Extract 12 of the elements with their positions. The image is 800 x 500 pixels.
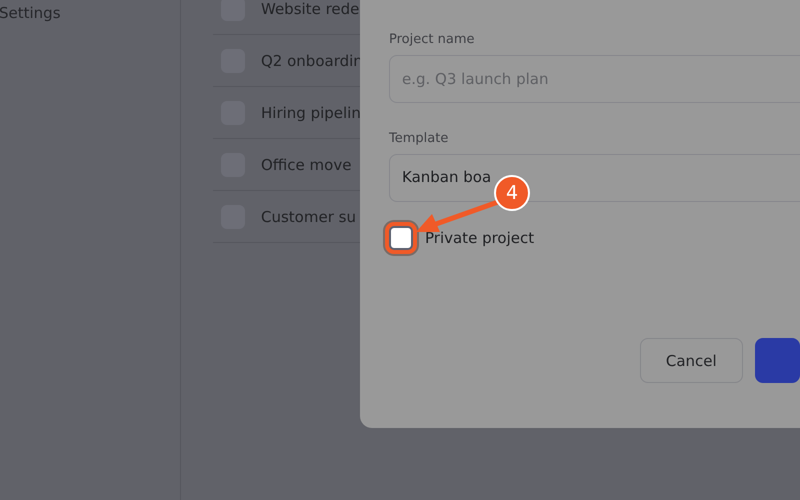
- sidebar-item[interactable]: Settings: [0, 4, 180, 22]
- project-name[interactable]: Customer su: [261, 208, 356, 226]
- primary-button[interactable]: [754, 338, 800, 383]
- field-label: Project name: [389, 32, 476, 47]
- input-field[interactable]: e.g. Q3 launch plan: [389, 55, 800, 103]
- project-name[interactable]: Q2 onboardin: [261, 52, 363, 70]
- project-name[interactable]: Website rede: [261, 0, 360, 18]
- field-label: Template: [389, 131, 450, 146]
- cancel-button[interactable]: Cancel: [640, 338, 743, 383]
- project-name[interactable]: Hiring pipelin: [261, 104, 361, 122]
- checkbox-label: Private project: [425, 229, 534, 247]
- project-name[interactable]: Office move: [261, 156, 352, 174]
